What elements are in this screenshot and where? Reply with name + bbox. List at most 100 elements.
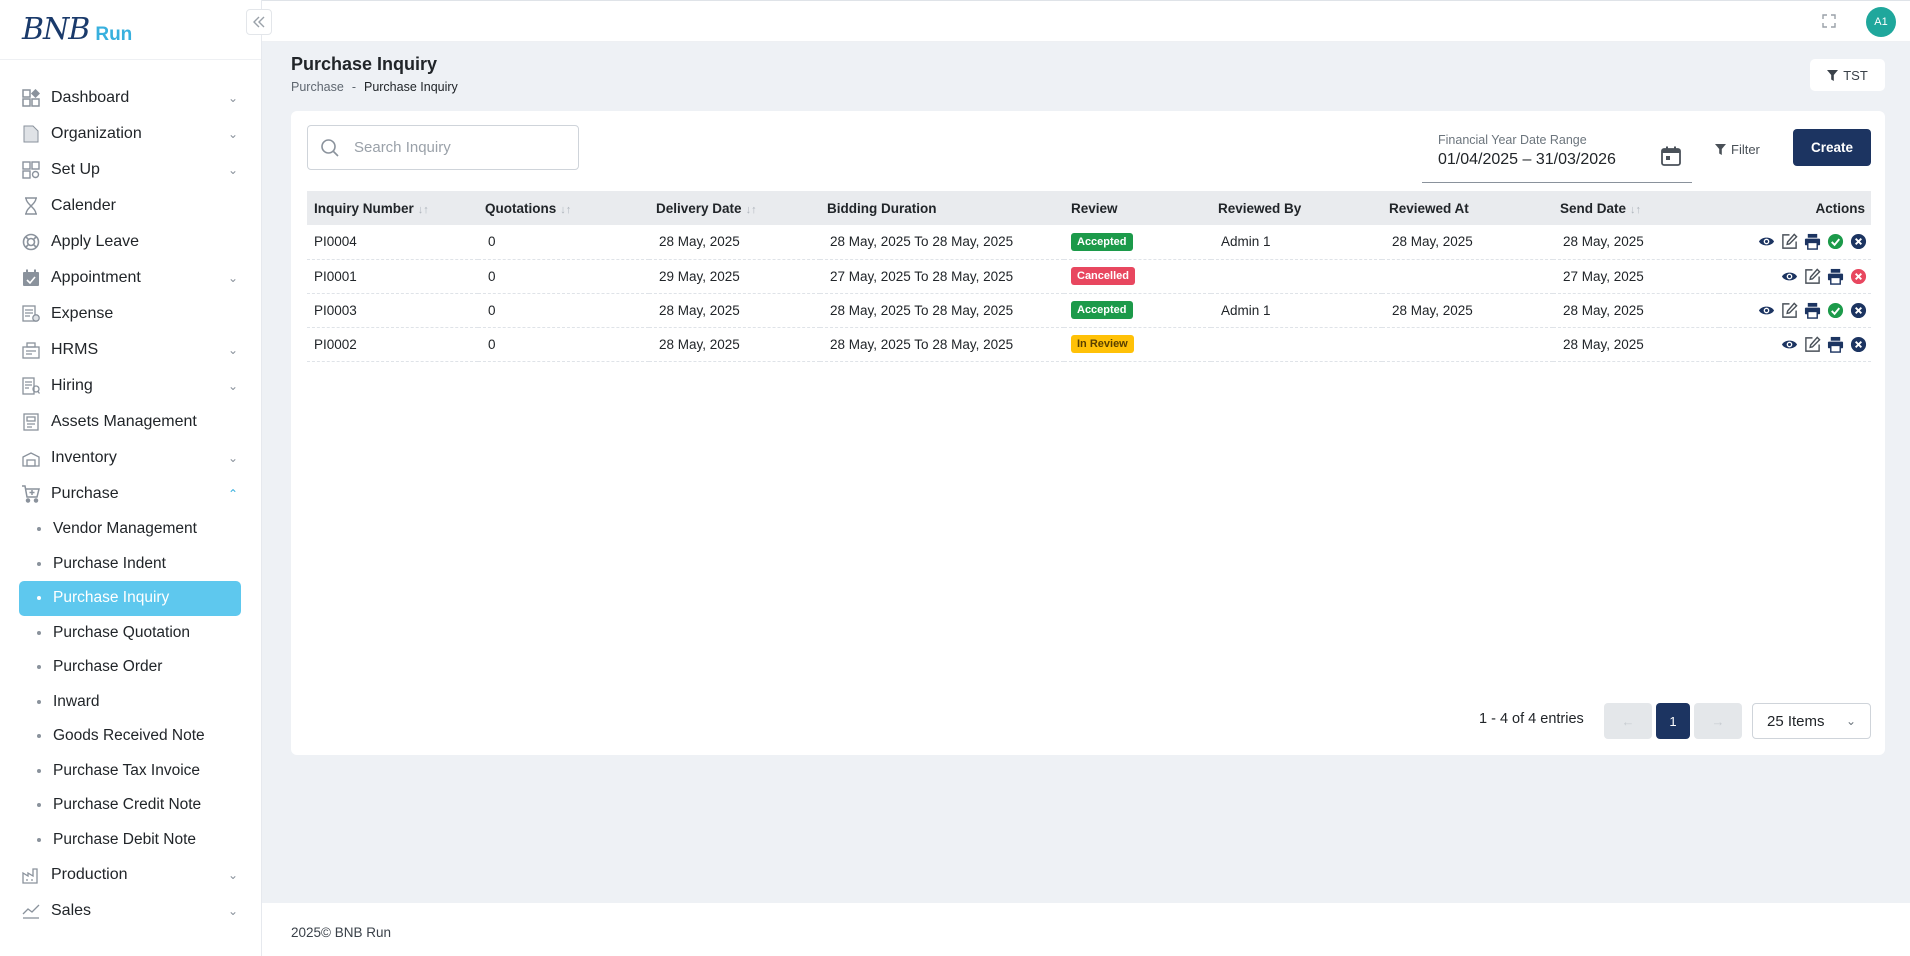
sidebar-subitem-purchase-tax-invoice[interactable]: Purchase Tax Invoice [19,754,241,789]
page-button-current[interactable]: 1 [1656,703,1690,739]
cell-inquiry-number[interactable]: PI0004 [307,225,478,259]
calendar-icon[interactable] [1660,145,1682,167]
edit-icon[interactable] [1781,301,1798,319]
sidebar-subitem-purchase-debit-note[interactable]: Purchase Debit Note [19,823,241,858]
sidebar-item-purchase[interactable]: Purchase ⌃ [0,476,261,512]
sidebar-item-apply-leave[interactable]: Apply Leave [0,224,261,260]
assets-icon [20,411,42,433]
column-header-delivery-date[interactable]: Delivery Date ↓↑ [649,191,820,225]
sales-icon [20,900,42,922]
edit-icon[interactable] [1781,233,1798,250]
sidebar-subitem-inward[interactable]: Inward [19,685,241,720]
print-icon[interactable] [1804,233,1821,251]
sidebar-subitem-purchase-indent[interactable]: Purchase Indent [19,547,241,582]
table-row: PI0004 0 28 May, 2025 28 May, 2025 To 28… [307,225,1871,259]
sidebar-subitem-label: Purchase Indent [53,554,166,572]
cell-send-date: 28 May, 2025 [1563,302,1644,318]
reject-icon[interactable] [1850,302,1867,319]
cell-actions [1719,225,1871,259]
column-header-reviewed-at: Reviewed At [1389,200,1469,216]
sidebar-subitem-label: Goods Received Note [53,727,205,745]
search-icon [321,138,339,157]
approve-icon[interactable] [1827,233,1844,250]
filter-label: Filter [1731,141,1760,157]
dashboard-icon [20,87,42,109]
sidebar-subitem-goods-received-note[interactable]: Goods Received Note [19,719,241,754]
view-icon[interactable] [1758,233,1775,250]
breadcrumb-root[interactable]: Purchase [291,80,344,94]
column-header-inquiry-number[interactable]: Inquiry Number ↓↑ [307,191,478,225]
sidebar-item-label: Sales [51,902,92,919]
sidebar-item-inventory[interactable]: Inventory ⌄ [0,440,261,476]
cell-bidding-duration: 28 May, 2025 To 28 May, 2025 [830,336,1014,352]
sidebar-item-expense[interactable]: Expense [0,296,261,332]
sidebar-item-sales[interactable]: Sales ⌄ [0,893,261,929]
inquiry-card: Financial Year Date Range 01/04/2025 – 3… [291,111,1885,755]
view-icon[interactable] [1758,302,1775,319]
sidebar-item-hrms[interactable]: HRMS ⌄ [0,332,261,368]
print-icon[interactable] [1827,268,1844,285]
reject-icon[interactable] [1850,336,1867,353]
create-button[interactable]: Create [1793,129,1871,166]
cell-bidding-duration: 27 May, 2025 To 28 May, 2025 [830,268,1014,284]
search-box[interactable] [307,125,579,170]
user-avatar[interactable]: A1 [1866,7,1896,37]
page-size-select[interactable]: 25 Items ⌄ [1752,703,1871,739]
column-header-quotations[interactable]: Quotations ↓↑ [478,191,649,225]
next-page-button[interactable]: → [1694,703,1742,739]
collapse-sidebar-button[interactable] [246,9,272,35]
chevron-down-icon: ⌄ [227,343,239,357]
sidebar-subitem-purchase-quotation[interactable]: Purchase Quotation [19,616,241,651]
cell-delivery-date: 28 May, 2025 [659,336,740,352]
cell-review: Accepted [1064,293,1211,327]
hrms-icon [20,339,42,361]
cell-inquiry-number[interactable]: PI0001 [307,259,478,293]
funnel-icon [1827,69,1839,81]
page-size-value: 25 Items [1767,712,1825,730]
sidebar-subitem-purchase-inquiry[interactable]: Purchase Inquiry [19,581,241,616]
view-icon[interactable] [1781,336,1798,353]
sort-icon[interactable]: ↓↑ [418,204,429,216]
cell-inquiry-number[interactable]: PI0003 [307,293,478,327]
reject-icon[interactable] [1850,233,1867,250]
sidebar-item-calender[interactable]: Calender [0,188,261,224]
sidebar-item-organization[interactable]: Organization ⌄ [0,116,261,152]
sidebar-item-label: Hiring [51,377,93,394]
sidebar-item-label: Appointment [51,269,141,286]
sidebar-item-label: Production [51,866,128,883]
brand-logo[interactable]: BNB Run [0,0,261,60]
sort-icon[interactable]: ↓↑ [1630,204,1641,216]
sidebar-subitem-purchase-order[interactable]: Purchase Order [19,650,241,685]
filter-button[interactable]: Filter [1715,137,1760,161]
tst-filter-button[interactable]: TST [1810,59,1885,91]
view-icon[interactable] [1781,268,1798,285]
sort-icon[interactable]: ↓↑ [560,204,571,216]
print-icon[interactable] [1804,302,1821,319]
print-icon[interactable] [1827,336,1844,353]
cancelled-icon[interactable] [1850,268,1867,285]
sidebar-item-dashboard[interactable]: Dashboard ⌄ [0,80,261,116]
search-input[interactable] [354,139,554,156]
chevron-down-icon: ⌄ [227,91,239,105]
sidebar-item-setup[interactable]: Set Up ⌄ [0,152,261,188]
column-header-send-date[interactable]: Send Date ↓↑ [1553,191,1719,225]
status-badge: Accepted [1071,232,1133,251]
edit-icon[interactable] [1804,267,1821,285]
edit-icon[interactable] [1804,335,1821,353]
sidebar-item-production[interactable]: Production ⌄ [0,857,261,893]
fullscreen-icon[interactable] [1822,14,1836,28]
sidebar-item-appointment[interactable]: Appointment ⌄ [0,260,261,296]
bullet-icon [37,734,41,739]
sidebar-item-hiring[interactable]: Hiring ⌄ [0,368,261,404]
status-badge: Accepted [1071,301,1133,319]
prev-page-button[interactable]: ← [1604,703,1652,739]
cell-inquiry-number[interactable]: PI0002 [307,327,478,361]
sort-icon[interactable]: ↓↑ [746,204,757,216]
cell-quotations: 0 [488,268,496,284]
sidebar-subitem-purchase-credit-note[interactable]: Purchase Credit Note [19,788,241,823]
approve-icon[interactable] [1827,302,1844,319]
sidebar-item-label: Inventory [51,449,117,466]
date-range-picker[interactable]: Financial Year Date Range 01/04/2025 – 3… [1422,133,1692,183]
sidebar-item-assets-management[interactable]: Assets Management [0,404,261,440]
sidebar-subitem-vendor-management[interactable]: Vendor Management [19,512,241,547]
